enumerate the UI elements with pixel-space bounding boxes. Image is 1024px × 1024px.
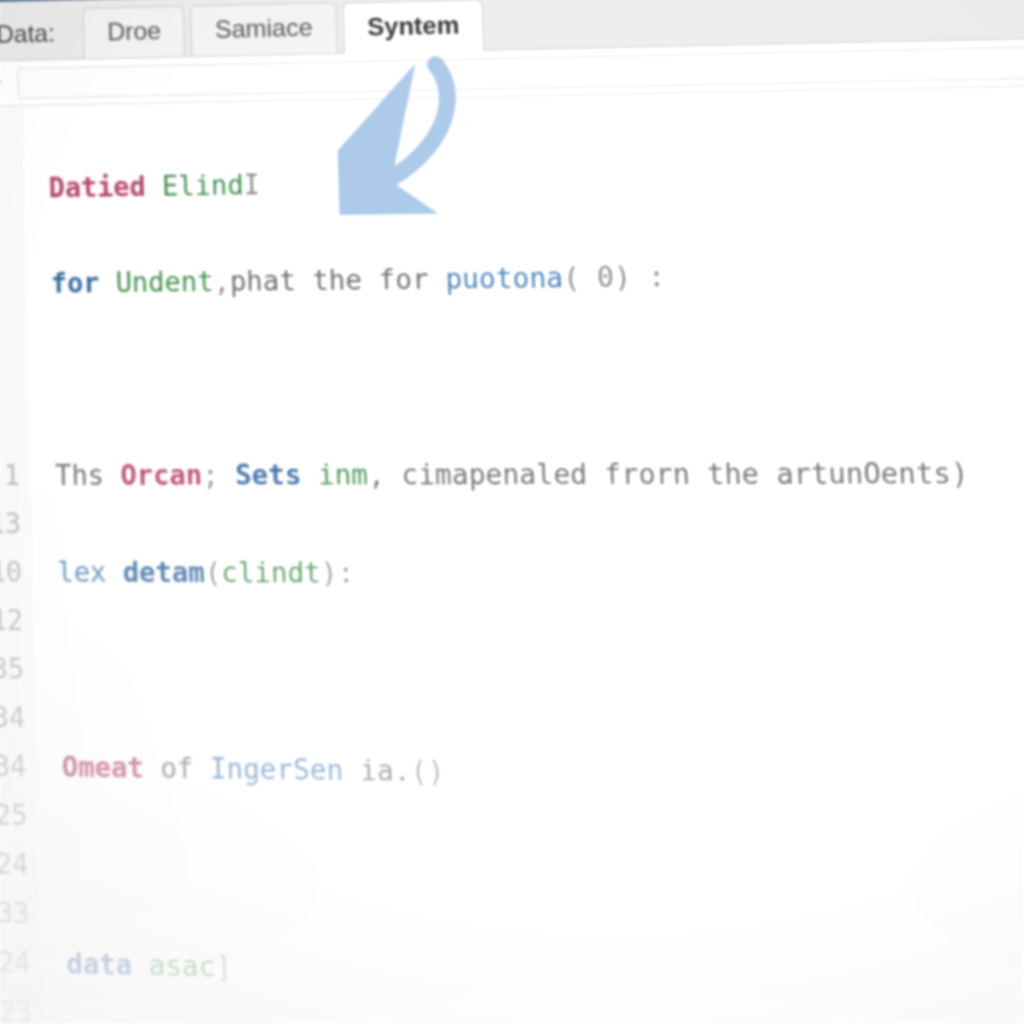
- tab-syntem[interactable]: Syntem: [342, 0, 484, 54]
- tab-prefix-label: Data:: [0, 9, 78, 61]
- code-area[interactable]: Datied ElindI for Undent,phat the for pu…: [22, 88, 1021, 1024]
- app-window: Valdanic) Data: Droe Samiace Syntem ☆: [0, 0, 1024, 1024]
- code-editor[interactable]: 113 101235 343425 243324 231515 Datied E…: [0, 82, 1024, 1024]
- tab-droe[interactable]: Droe: [83, 6, 186, 59]
- tab-label: Droe: [107, 18, 161, 47]
- tab-samiace[interactable]: Samiace: [190, 2, 337, 56]
- tab-label: Syntem: [367, 12, 460, 42]
- tab-label: Samiace: [215, 14, 313, 44]
- star-icon[interactable]: ☆: [0, 70, 4, 96]
